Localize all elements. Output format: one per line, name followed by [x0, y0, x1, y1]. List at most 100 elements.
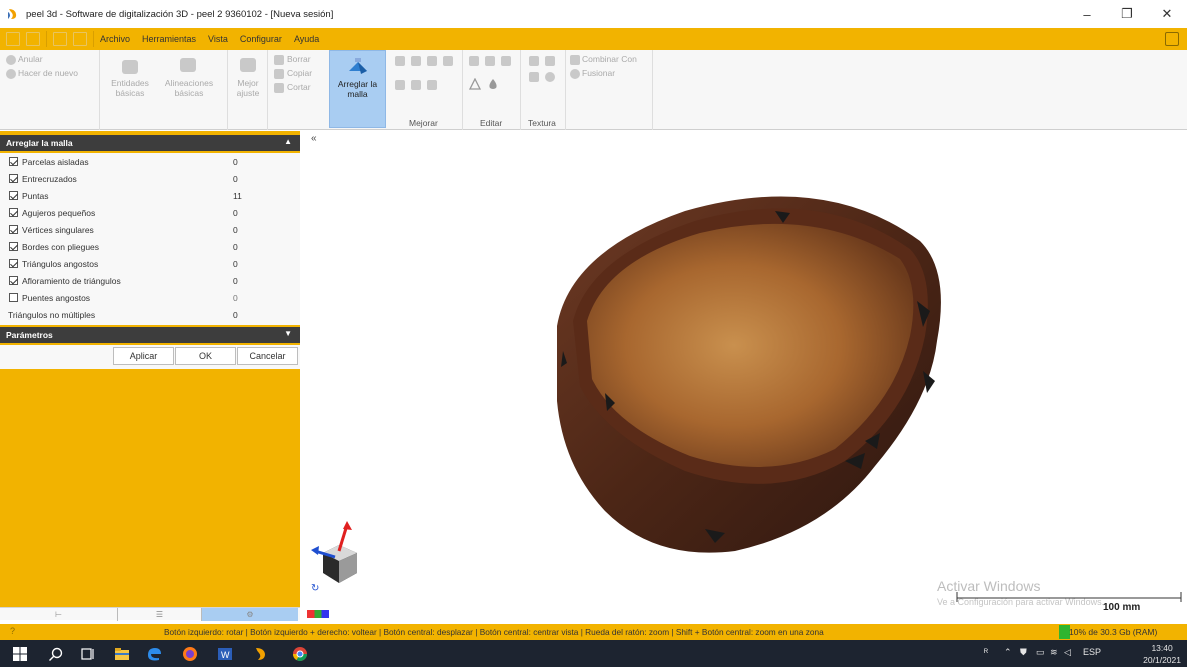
fill-holes-icon[interactable] — [395, 80, 405, 90]
smooth-icon[interactable] — [395, 56, 405, 66]
rotate-arrow-icon[interactable]: ↻ — [311, 583, 319, 594]
menu-bar: Archivo Herramientas Vista Configurar Ay… — [0, 28, 1187, 50]
sharpen-icon[interactable] — [443, 56, 453, 66]
cut-button[interactable]: Cortar — [287, 82, 311, 92]
panel-action-row: Aplicar OK Cancelar — [0, 345, 300, 369]
select-icon[interactable] — [469, 56, 479, 66]
redo-button[interactable]: Hacer de nuevo — [18, 68, 78, 78]
checkbox[interactable] — [9, 208, 18, 217]
merge-button[interactable]: Fusionar — [582, 68, 615, 78]
language-indicator[interactable]: ESP — [1083, 647, 1101, 657]
collapse-chevron-up-icon[interactable]: ▲ — [284, 137, 292, 146]
system-clock[interactable]: 13:40 20/1/2021 — [1143, 642, 1181, 666]
basic-alignments-button[interactable]: Alineaciones básicas — [164, 78, 214, 98]
texture-grid-icon[interactable] — [529, 72, 539, 82]
file-explorer-icon[interactable] — [114, 646, 130, 662]
basic-entities-button[interactable]: Entidades básicas — [110, 78, 150, 98]
checkbox[interactable] — [9, 293, 18, 302]
firefox-icon[interactable] — [182, 646, 198, 662]
windows-taskbar: W ᴿ ⌃ ⛊ ▭ ≋ ◁ ESP 13:40 20/1/2021 — [0, 640, 1187, 667]
texture-paint-icon[interactable] — [545, 56, 555, 66]
check-row[interactable]: Agujeros pequeños 0 — [0, 204, 300, 221]
check-row[interactable]: Bordes con pliegues 0 — [0, 238, 300, 255]
check-row[interactable]: Puntas 11 — [0, 187, 300, 204]
checkbox[interactable] — [9, 191, 18, 200]
task-view-icon[interactable] — [80, 646, 96, 662]
menu-vista[interactable]: Vista — [208, 34, 228, 44]
checkbox[interactable] — [9, 259, 18, 268]
drop-icon[interactable] — [487, 78, 499, 90]
security-shield-icon[interactable]: ⛊ — [1020, 647, 1027, 658]
minimize-button[interactable]: – — [1067, 0, 1107, 28]
chevron-up-icon[interactable]: ⌃ — [1004, 647, 1012, 658]
apply-button[interactable]: Aplicar — [113, 347, 174, 365]
ribbon-group-bestfit: Mejor ajuste — [228, 50, 268, 130]
panel-header-fix-mesh[interactable]: Arreglar la malla ▲ — [0, 135, 300, 151]
tab-editar[interactable]: Editar — [480, 118, 502, 128]
check-row[interactable]: Triángulos angostos 0 — [0, 255, 300, 272]
close-button[interactable]: ✕ — [1147, 0, 1187, 28]
volume-icon[interactable]: ◁ — [1064, 647, 1071, 658]
orientation-cube-icon[interactable] — [309, 521, 369, 591]
battery-icon[interactable]: ▭ — [1036, 647, 1045, 658]
bridge-icon[interactable] — [411, 80, 421, 90]
check-row[interactable]: Vértices singulares 0 — [0, 221, 300, 238]
plane-cut-icon[interactable] — [501, 56, 511, 66]
title-bar: peel 3d - Software de digitalización 3D … — [0, 0, 1187, 28]
undo-quick-icon[interactable] — [53, 32, 67, 46]
tab-mejorar[interactable]: Mejorar — [409, 118, 438, 128]
checkbox[interactable] — [9, 242, 18, 251]
save-icon[interactable] — [26, 32, 40, 46]
texture-fill-icon[interactable] — [545, 72, 555, 82]
best-fit-button[interactable]: Mejor ajuste — [232, 78, 264, 98]
combine-button[interactable]: Combinar Con — [582, 54, 637, 64]
checkbox[interactable] — [9, 174, 18, 183]
texture-map-icon[interactable] — [529, 56, 539, 66]
tab-scans-icon[interactable]: ⊢ — [0, 608, 118, 621]
ok-button[interactable]: OK — [175, 347, 236, 365]
chrome-icon[interactable] — [292, 646, 308, 662]
checkbox[interactable] — [9, 276, 18, 285]
checkbox[interactable] — [9, 225, 18, 234]
word-icon[interactable]: W — [217, 646, 233, 662]
scale-bar-label: 100 mm — [1103, 602, 1141, 613]
people-icon[interactable]: ᴿ — [984, 647, 988, 657]
redo-quick-icon[interactable] — [73, 32, 87, 46]
menu-archivo[interactable]: Archivo — [100, 34, 130, 44]
fix-mesh-icon — [349, 58, 367, 74]
decimate-icon[interactable] — [411, 56, 421, 66]
expand-chevron-down-icon[interactable]: ▼ — [284, 329, 292, 338]
maximize-button[interactable]: ❐ — [1107, 0, 1147, 28]
panel-header-parameters[interactable]: Parámetros ▼ — [0, 327, 300, 343]
tab-tools-icon[interactable]: ⚙ — [202, 608, 298, 621]
wifi-icon[interactable]: ≋ — [1050, 647, 1058, 658]
edge-browser-icon[interactable] — [146, 646, 162, 662]
check-row[interactable]: Puentes angostos 0 — [0, 289, 300, 306]
windows-start-icon[interactable] — [12, 646, 28, 662]
checkbox[interactable] — [9, 157, 18, 166]
triangle-icon[interactable] — [469, 78, 481, 90]
help-icon[interactable] — [1165, 32, 1179, 46]
check-row[interactable]: Entrecruzados 0 — [0, 170, 300, 187]
3d-viewport[interactable]: « ↻ Activar Windows Ve a Configuración p… — [305, 131, 1187, 621]
menu-herramientas[interactable]: Herramientas — [142, 34, 196, 44]
refine-icon[interactable] — [427, 56, 437, 66]
fix-mesh-button[interactable]: Arreglar la malla — [329, 50, 386, 128]
search-icon[interactable] — [48, 646, 64, 662]
menu-configurar[interactable]: Configurar — [240, 34, 282, 44]
tab-textura[interactable]: Textura — [528, 118, 556, 128]
cancel-button[interactable]: Cancelar — [237, 347, 298, 365]
tab-list-icon[interactable]: ☰ — [118, 608, 202, 621]
menu-ayuda[interactable]: Ayuda — [294, 34, 319, 44]
new-file-icon[interactable] — [6, 32, 20, 46]
copy-button[interactable]: Copiar — [287, 68, 312, 78]
help-question-icon[interactable]: ? — [10, 626, 15, 636]
brush-icon[interactable] — [485, 56, 495, 66]
check-row[interactable]: Parcelas aisladas 0 — [0, 153, 300, 170]
toolbar-separator — [46, 31, 47, 47]
delete-button[interactable]: Borrar — [287, 54, 311, 64]
peel-3d-taskbar-icon[interactable] — [252, 646, 268, 662]
undo-button[interactable]: Anular — [18, 54, 43, 64]
check-row[interactable]: Afloramiento de triángulos 0 — [0, 272, 300, 289]
patch-icon[interactable] — [427, 80, 437, 90]
